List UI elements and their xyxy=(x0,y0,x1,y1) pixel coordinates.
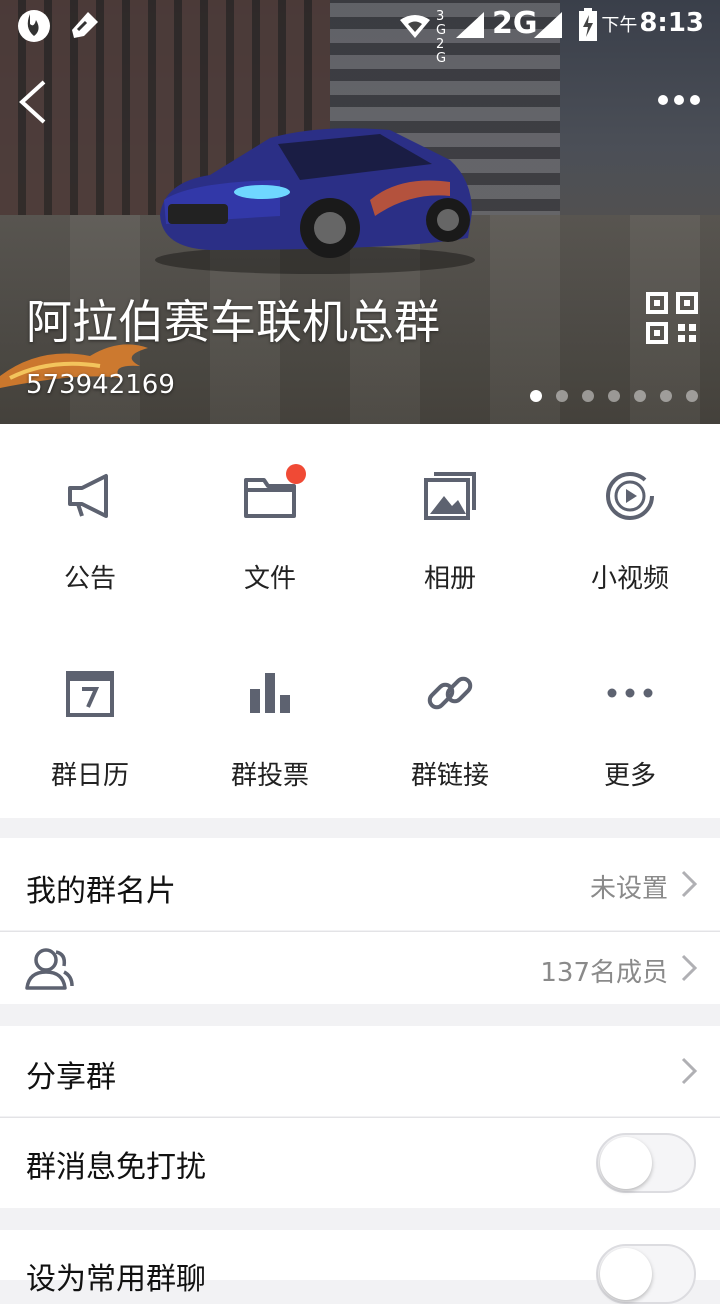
calendar-icon xyxy=(66,671,114,717)
chevron-right-icon xyxy=(681,954,698,982)
carousel-dot xyxy=(634,390,646,402)
mute-notifications-row: 群消息免打扰 xyxy=(0,1118,720,1208)
broom-clean-icon xyxy=(72,12,98,38)
feature-short-video[interactable]: 小视频 xyxy=(540,424,720,621)
back-button[interactable] xyxy=(14,78,54,126)
carousel-dot xyxy=(660,390,672,402)
toggle-knob xyxy=(600,1248,652,1300)
clock-period: 下午 xyxy=(601,15,638,36)
feature-announcement[interactable]: 公告 xyxy=(0,424,180,621)
members-icon xyxy=(25,948,74,990)
row-title: 分享群 xyxy=(26,1060,116,1095)
row-value: 未设置 xyxy=(589,874,668,904)
group-id: 573942169 xyxy=(26,370,175,400)
chevron-right-icon xyxy=(681,1057,698,1085)
feature-album[interactable]: 相册 xyxy=(360,424,540,621)
feature-files[interactable]: 文件 xyxy=(180,424,360,621)
feature-label: 群日历 xyxy=(50,761,129,791)
feature-label: 相册 xyxy=(423,564,476,594)
chevron-right-icon xyxy=(681,870,698,898)
photo-album-icon xyxy=(424,472,476,520)
network-type-small: 3G 2G xyxy=(436,9,447,66)
mute-toggle[interactable] xyxy=(596,1133,696,1193)
feature-vote[interactable]: 群投票 xyxy=(180,621,360,818)
carousel-dot xyxy=(686,390,698,402)
carousel-dot xyxy=(530,390,542,402)
carousel-dot xyxy=(582,390,594,402)
unread-badge xyxy=(286,464,306,484)
signal-strength-icon xyxy=(456,12,484,38)
my-group-card-row[interactable]: 我的群名片 未设置 xyxy=(0,838,720,930)
battery-charging-icon xyxy=(579,8,597,41)
carousel-dot xyxy=(608,390,620,402)
more-dots-icon xyxy=(607,688,653,698)
status-bar: 3G 2G 2G 下午8:13 xyxy=(0,0,720,66)
toggle-knob xyxy=(600,1137,652,1189)
link-icon xyxy=(427,676,473,710)
group-cover[interactable]: 3G 2G 2G 下午8:13 阿拉伯赛车联机总群 573942169 xyxy=(0,0,720,424)
more-options-button[interactable] xyxy=(656,90,702,110)
feature-label: 小视频 xyxy=(590,564,669,594)
feature-label: 更多 xyxy=(603,761,656,791)
clock-time: 8:13 xyxy=(639,8,704,38)
members-row[interactable]: 137名成员 xyxy=(0,932,720,1004)
favorite-chat-row: 设为常用群聊 xyxy=(0,1230,720,1304)
qr-code-button[interactable] xyxy=(646,292,698,344)
row-title: 设为常用群聊 xyxy=(26,1262,206,1297)
feature-calendar[interactable]: 群日历 xyxy=(0,621,180,818)
feature-label: 文件 xyxy=(243,564,296,594)
feature-label: 公告 xyxy=(63,564,116,594)
signal-strength-icon-2 xyxy=(534,12,562,38)
bar-chart-icon xyxy=(250,673,290,713)
feature-label: 群链接 xyxy=(410,761,489,791)
feature-link[interactable]: 群链接 xyxy=(360,621,540,818)
carousel-indicator xyxy=(530,390,698,402)
feature-label: 群投票 xyxy=(230,761,309,791)
feature-more[interactable]: 更多 xyxy=(540,621,720,818)
network-type: 2G xyxy=(492,6,538,41)
share-group-row[interactable]: 分享群 xyxy=(0,1026,720,1116)
feature-grid: 公告 文件 相册 小视频 群日历 群投票 群链接 更多 xyxy=(0,424,720,818)
group-name: 阿拉伯赛车联机总群 xyxy=(26,295,440,349)
clock: 下午8:13 xyxy=(601,8,704,38)
video-play-icon xyxy=(606,472,654,520)
row-title: 我的群名片 xyxy=(26,874,176,909)
car-illustration xyxy=(155,128,475,274)
carousel-dot xyxy=(556,390,568,402)
row-title: 群消息免打扰 xyxy=(26,1150,206,1185)
wifi-icon xyxy=(400,15,430,38)
favorite-toggle[interactable] xyxy=(596,1244,696,1304)
member-count: 137名成员 xyxy=(540,958,668,988)
megaphone-icon xyxy=(68,474,108,518)
app-notification-icon xyxy=(18,10,50,42)
